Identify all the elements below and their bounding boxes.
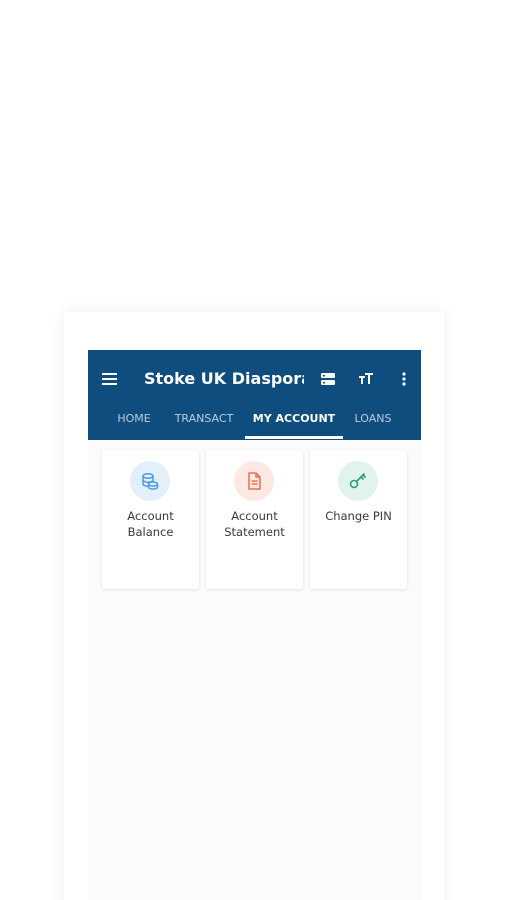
toolbar: Stoke UK Diaspora ...: [88, 350, 421, 408]
account-balance-label-line1: Account: [127, 509, 174, 523]
account-statement-card[interactable]: Account Statement: [206, 450, 303, 589]
account-balance-label-line2: Balance: [127, 525, 174, 539]
tab-transact[interactable]: TRANSACT: [168, 412, 240, 440]
my-account-content: Account Balance Account Statement Change…: [88, 440, 421, 900]
document-icon: [248, 472, 261, 490]
change-pin-label-line1: Change PIN: [325, 509, 392, 523]
tab-home[interactable]: HOME: [106, 412, 162, 440]
account-statement-icon-circle: [234, 461, 274, 501]
account-statement-label-line1: Account: [231, 509, 278, 523]
active-tab-indicator: [245, 436, 343, 439]
account-statement-label: Account Statement: [210, 508, 299, 540]
key-icon: [349, 472, 367, 489]
account-statement-label-line2: Statement: [224, 525, 285, 539]
more-vert-icon[interactable]: [396, 371, 412, 387]
account-balance-icon-circle: [130, 461, 170, 501]
app-title: Stoke UK Diaspora ...: [144, 369, 304, 388]
account-balance-card[interactable]: Account Balance: [102, 450, 199, 589]
page: Stoke UK Diaspora ...: [0, 0, 507, 900]
change-pin-icon-circle: [338, 461, 378, 501]
app-bar: Stoke UK Diaspora ...: [88, 350, 421, 440]
app-screen: Stoke UK Diaspora ...: [88, 350, 421, 900]
tab-loans[interactable]: LOANS: [348, 412, 398, 440]
menu-icon[interactable]: [102, 373, 118, 385]
change-pin-card[interactable]: Change PIN: [310, 450, 407, 589]
change-pin-label: Change PIN: [314, 508, 403, 524]
coins-icon: [142, 473, 159, 490]
storage-icon[interactable]: [320, 371, 336, 387]
account-balance-label: Account Balance: [106, 508, 195, 540]
text-size-icon[interactable]: [358, 371, 374, 387]
